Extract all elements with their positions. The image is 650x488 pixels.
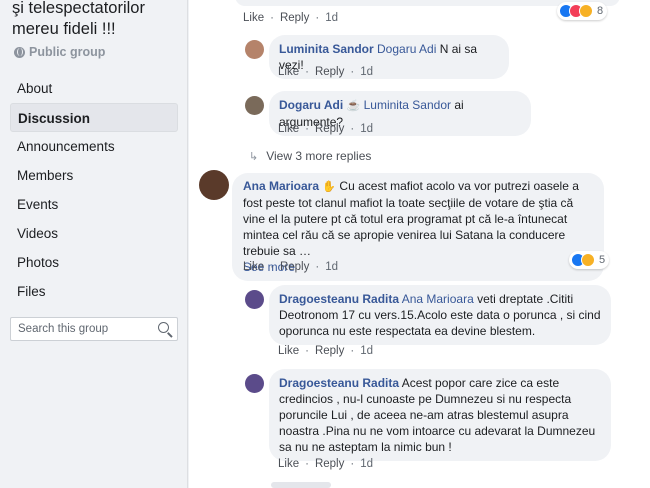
like-link[interactable]: Like xyxy=(278,66,299,78)
comment-author[interactable]: Ana Marioara xyxy=(243,179,319,193)
nav-item-files[interactable]: Files xyxy=(10,277,178,306)
comment-actions: Like · Reply · 1d xyxy=(243,261,338,273)
reply-actions: Like · Reply · 1d xyxy=(278,458,373,470)
like-link[interactable]: Like xyxy=(278,458,299,470)
reply-actions: Like · Reply · 1d xyxy=(278,66,373,78)
reply-link[interactable]: Reply xyxy=(280,261,309,273)
cut-off-row xyxy=(271,482,331,488)
nav-item-events[interactable]: Events xyxy=(10,190,178,219)
group-title[interactable]: şi telespectatorilor mereu fideli !!! xyxy=(12,0,182,40)
comment-actions: Like · Reply · 1d xyxy=(243,12,338,24)
comment-time[interactable]: 1d xyxy=(325,12,338,24)
nav-item-discussion[interactable]: Discussion xyxy=(10,103,178,132)
reply-time[interactable]: 1d xyxy=(360,345,373,357)
reply-link[interactable]: Reply xyxy=(315,123,344,135)
avatar[interactable] xyxy=(199,170,229,200)
reply-time[interactable]: 1d xyxy=(360,66,373,78)
nav-item-about[interactable]: About xyxy=(10,74,178,103)
reply-link[interactable]: Reply xyxy=(315,345,344,357)
privacy-label: Public group xyxy=(29,45,106,59)
reply-actions: Like · Reply · 1d xyxy=(278,345,373,357)
reaction-count: 8 xyxy=(597,5,604,17)
group-search xyxy=(10,317,178,341)
reply-link[interactable]: Reply xyxy=(315,458,344,470)
like-link[interactable]: Like xyxy=(243,12,264,24)
reaction-summary[interactable]: 5 xyxy=(569,251,610,269)
globe-icon xyxy=(14,46,25,58)
like-link[interactable]: Like xyxy=(243,261,264,273)
reply-bubble: Dragoesteanu Radita Acest popor care zic… xyxy=(269,369,611,461)
reply-author[interactable]: Dragoesteanu Radita xyxy=(279,376,399,390)
hand-icon: ✋ xyxy=(322,181,337,193)
reply-mention[interactable]: Luminita Sandor xyxy=(364,98,451,112)
reply-mention[interactable]: Dogaru Adi xyxy=(377,42,436,56)
reply-arrow-icon: ↳ xyxy=(249,150,259,163)
group-search-input[interactable] xyxy=(11,318,151,340)
nav-item-members[interactable]: Members xyxy=(10,161,178,190)
reply-time[interactable]: 1d xyxy=(360,123,373,135)
comment-time[interactable]: 1d xyxy=(325,261,338,273)
reply-actions: Like · Reply · 1d xyxy=(278,123,373,135)
reply-mention[interactable]: Ana Marioara xyxy=(402,292,474,306)
reaction-summary[interactable]: 8 xyxy=(557,2,608,20)
view-more-replies[interactable]: ↳ View 3 more replies xyxy=(249,149,371,163)
nav-item-announcements[interactable]: Announcements xyxy=(10,132,178,161)
avatar[interactable] xyxy=(245,290,264,309)
like-link[interactable]: Like xyxy=(278,123,299,135)
reply-link[interactable]: Reply xyxy=(315,66,344,78)
avatar[interactable] xyxy=(245,96,264,115)
group-privacy: Public group xyxy=(14,45,105,59)
comments-feed: Like · Reply · 1d 8 Luminita Sandor Doga… xyxy=(189,0,650,488)
reply-time[interactable]: 1d xyxy=(360,458,373,470)
avatar[interactable] xyxy=(245,374,264,393)
reply-author[interactable]: Dragoesteanu Radita xyxy=(279,292,399,306)
reply-author[interactable]: Dogaru Adi xyxy=(279,98,343,112)
haha-reaction-icon xyxy=(581,253,595,267)
group-nav: About Discussion Announcements Members E… xyxy=(10,74,178,306)
search-icon[interactable] xyxy=(158,322,169,333)
group-sidebar: şi telespectatorilor mereu fideli !!! Pu… xyxy=(0,0,188,488)
like-link[interactable]: Like xyxy=(278,345,299,357)
reaction-count: 5 xyxy=(599,254,606,266)
view-more-label[interactable]: View 3 more replies xyxy=(266,149,371,163)
haha-reaction-icon xyxy=(579,4,593,18)
reply-link[interactable]: Reply xyxy=(280,12,309,24)
coffee-icon: ☕ xyxy=(346,100,361,112)
reply-author[interactable]: Luminita Sandor xyxy=(279,42,374,56)
nav-item-photos[interactable]: Photos xyxy=(10,248,178,277)
reply-bubble: Dragoesteanu Radita Ana Marioara veti dr… xyxy=(269,285,611,345)
nav-item-videos[interactable]: Videos xyxy=(10,219,178,248)
avatar[interactable] xyxy=(245,40,264,59)
